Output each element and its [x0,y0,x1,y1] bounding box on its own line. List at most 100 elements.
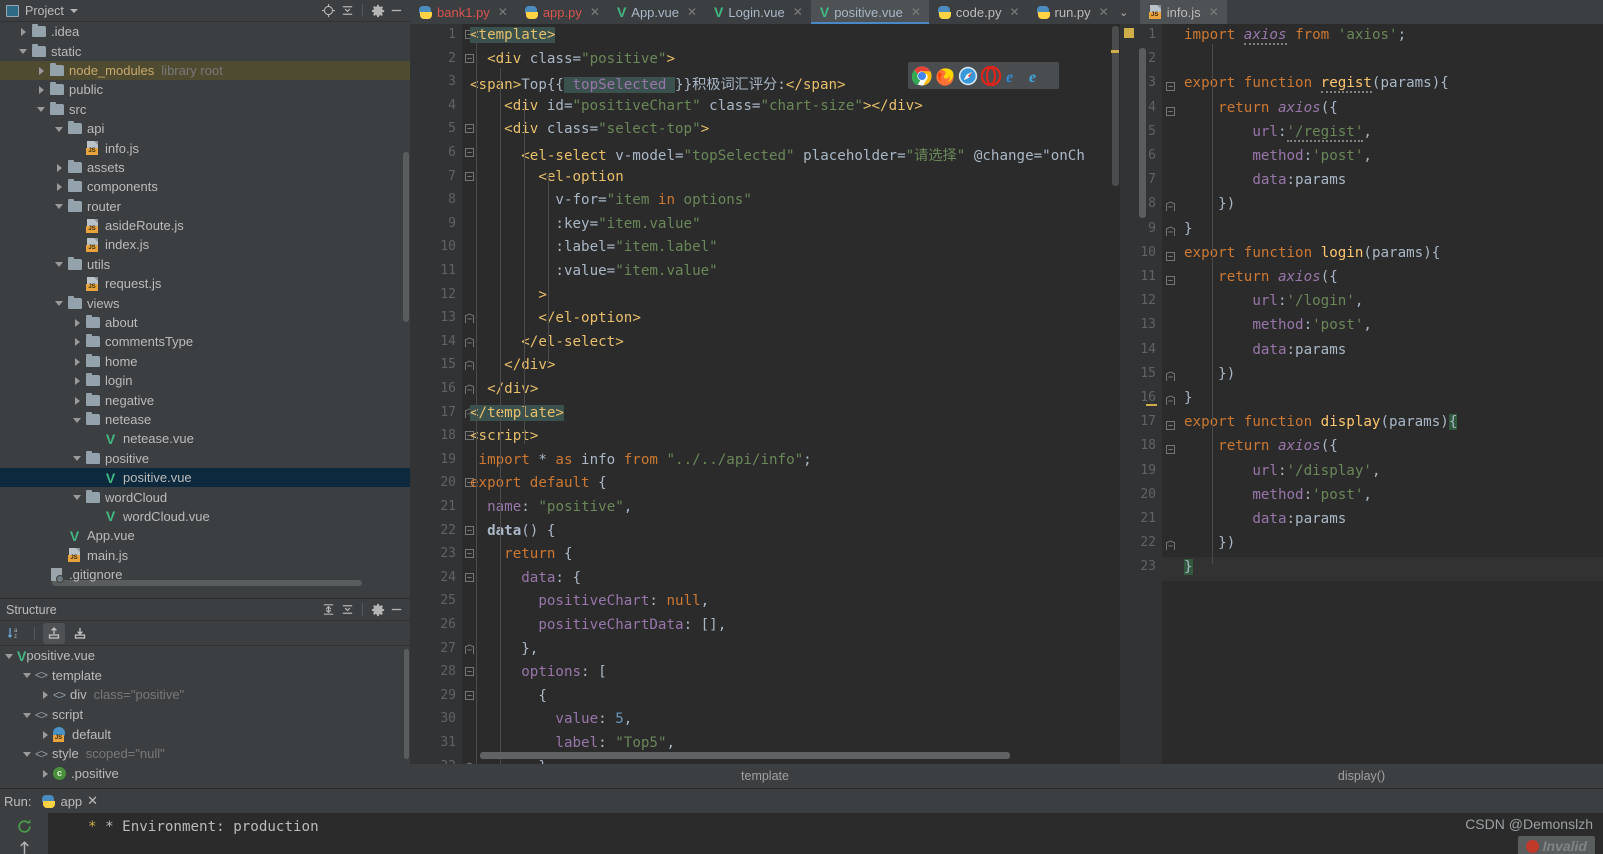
tree-item-index-js[interactable]: JS index.js [0,235,410,254]
code-line[interactable]: export function login(params){ [1184,245,1440,261]
code-line[interactable]: </div> [470,357,555,373]
code-line[interactable]: url:'/display', [1184,463,1380,479]
close-icon[interactable]: ✕ [911,5,921,19]
run-tab-app[interactable]: app ✕ [38,791,102,815]
secondary-code-editor[interactable]: 1 2 3 4 5 6 7 8 9 10 11 12 13 14 15 16 17 18 19 20 21 22 23 im… [1120,24,1603,764]
chevron-down-icon[interactable] [72,492,83,503]
chevron-down-icon[interactable] [72,453,83,464]
ie-icon[interactable]: e [1027,66,1047,86]
structure-item-div[interactable]: <> div class="positive" [0,685,410,705]
close-icon[interactable]: ✕ [1099,5,1109,19]
close-icon[interactable]: ✕ [793,5,803,19]
editor-tab-app-py[interactable]: app.py ✕ [516,0,608,24]
editor-tab-info-js[interactable]: JS info.js ✕ [1139,0,1227,24]
code-line[interactable]: <div class="select-top"> [470,121,709,137]
tree-item--idea[interactable]: .idea [0,22,410,41]
editor-breadcrumb-left[interactable]: template [410,764,1120,788]
tree-item-wordcloud-vue[interactable]: VwordCloud.vue [0,507,410,526]
tree-item-public[interactable]: public [0,80,410,99]
code-line[interactable]: v-for="item in options" [470,192,751,208]
chevron-right-icon[interactable] [54,162,65,173]
code-line[interactable]: return axios({ [1184,269,1338,285]
collapse-tree-icon[interactable] [69,623,91,644]
code-line[interactable]: }) [1184,366,1235,382]
close-icon[interactable]: ✕ [498,5,508,19]
chevron-down-icon[interactable] [54,298,65,309]
code-line[interactable]: </el-option> [470,310,641,326]
project-file-tree[interactable]: .idea static node_modules library root publi… [0,22,410,588]
chevron-down-icon[interactable] [54,123,65,134]
tree-item-node-modules[interactable]: node_modules library root [0,60,410,81]
tree-item-netease-vue[interactable]: Vnetease.vue [0,429,410,448]
code-line[interactable]: { [470,688,547,704]
code-line[interactable]: }) [1184,196,1235,212]
collapse-all-icon[interactable] [339,601,356,618]
chevron-down-icon[interactable] [22,748,33,759]
code-line[interactable]: } [1184,221,1193,237]
code-line[interactable]: value: 5, [470,711,632,727]
tree-item-asideroute-js[interactable]: JS asideRoute.js [0,216,410,235]
code-line[interactable]: :value="item.value" [470,263,717,279]
tree-item-netease[interactable]: netease [0,410,410,429]
structure-item-template[interactable]: <> template [0,666,410,686]
editor-tab-code-py[interactable]: code.py ✕ [929,0,1028,24]
code-line[interactable]: :label="item.label" [470,239,717,255]
code-line[interactable]: return axios({ [1184,438,1338,454]
editor-tab-run-py[interactable]: run.py ✕ [1028,0,1117,24]
code-line[interactable]: data:params [1184,342,1346,358]
tree-item--gitignore[interactable]: .gitignore [0,565,410,584]
structure-item--positive[interactable]: c .positive [0,764,410,784]
chevron-down-icon[interactable] [69,8,78,13]
tree-item-src[interactable]: src [0,100,410,119]
gear-icon[interactable] [369,601,386,618]
editor-tab-login-vue[interactable]: V Login.vue ✕ [705,0,811,24]
code-line[interactable]: export function display(params){ [1184,414,1458,431]
editor-horizontal-scrollbar[interactable] [480,752,1010,759]
tree-item-wordcloud[interactable]: wordCloud [0,487,410,506]
editor2-gutter[interactable]: 1 2 3 4 5 6 7 8 9 10 11 12 13 14 15 16 17 18 19 20 21 22 23 [1120,24,1175,764]
structure-item-script[interactable]: <> script [0,705,410,725]
chevron-down-icon[interactable] [22,670,33,681]
locate-icon[interactable] [320,2,337,19]
tree-item-components[interactable]: components [0,177,410,196]
code-line[interactable]: } [1184,390,1193,406]
code-line[interactable]: data:params [1184,172,1346,188]
chevron-right-icon[interactable] [36,84,47,95]
code-line[interactable]: data: { [470,570,581,586]
tree-item-about[interactable]: about [0,313,410,332]
code-line[interactable]: positiveChart: null, [470,593,709,609]
gear-icon[interactable] [369,2,386,19]
structure-item-default[interactable]: JS default [0,724,410,744]
code-line[interactable]: return { [470,546,572,562]
main-code-editor[interactable]: 1 2 3 4 5 6 7 8 9 10 11 12 13 14 15 16 17 18 19 20 21 22 23 24 2… [410,24,1120,764]
chevron-right-icon[interactable] [72,375,83,386]
chevron-down-icon[interactable] [54,201,65,212]
code-line[interactable]: name: "positive", [470,499,632,515]
structure-tree[interactable]: Vpositive.vue <> template <> div class="posit… [0,646,410,786]
code-line[interactable]: } [1184,559,1193,576]
code-line[interactable]: }) [1184,535,1235,551]
editor-tab-bar[interactable]: bank1.py ✕ app.py ✕ V App.vue ✕ V Login.vue ✕ Vpos… [410,0,1603,24]
expand-tree-icon[interactable] [43,622,65,644]
code-line[interactable]: <el-option [470,169,623,185]
tree-item-static[interactable]: static [0,41,410,60]
collapse-all-icon[interactable] [339,2,356,19]
close-icon[interactable]: ✕ [1209,5,1219,19]
tree-item-api[interactable]: api [0,119,410,138]
editor-breadcrumb-right[interactable]: display() [1120,764,1603,788]
chevron-down-icon[interactable] [72,414,83,425]
editor2-vertical-scrollbar[interactable] [1139,48,1146,218]
tree-item-positive[interactable]: positive [0,449,410,468]
chevron-right-icon[interactable] [40,768,51,779]
run-console-output[interactable]: * * Environment: production [48,813,1603,854]
browser-preview-toolbar[interactable]: ee [908,62,1059,89]
tree-item-app-vue[interactable]: V App.vue [0,526,410,545]
code-line[interactable]: <el-select v-model="topSelected" placeho… [470,145,1085,165]
chevron-down-icon[interactable] [36,104,47,115]
code-line[interactable]: }, [470,641,538,657]
safari-icon[interactable] [958,66,978,86]
close-icon[interactable]: ✕ [87,793,98,809]
code-line[interactable]: <span>Top{{ topSelected }}积极词汇评分:</span> [470,74,846,94]
editor-tab-positive-vue[interactable]: Vpositive.vue ✕ [810,0,929,24]
editor-code-area[interactable]: <template> <div class="positive"> <span>T… [462,24,1120,764]
